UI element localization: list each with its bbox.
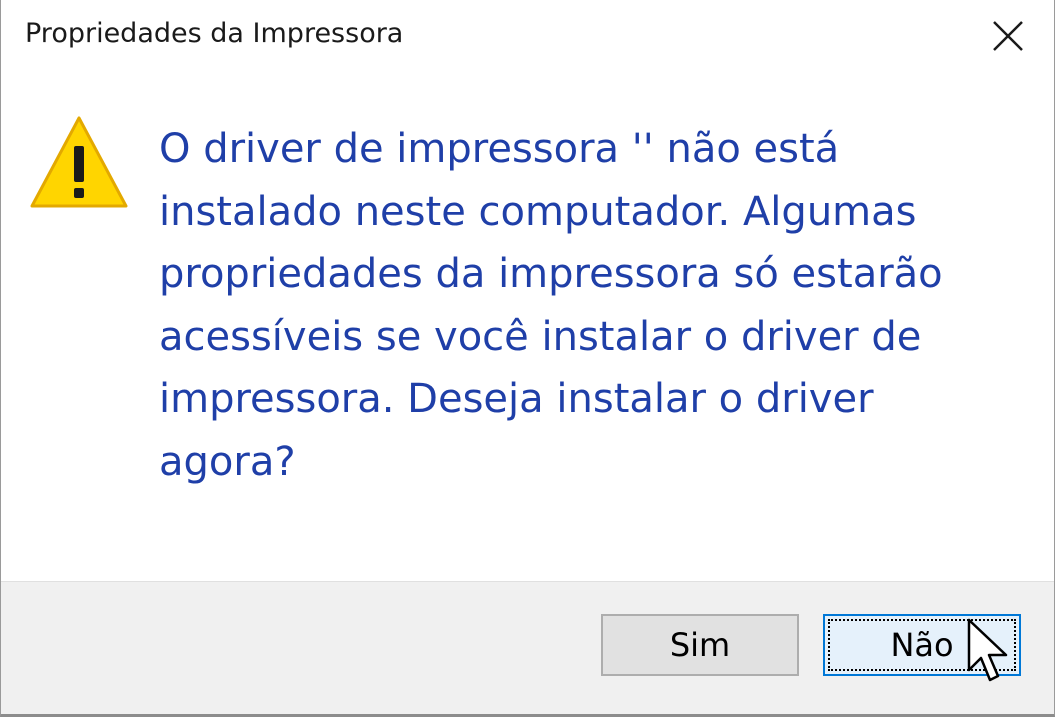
window-title: Propriedades da Impressora bbox=[25, 18, 404, 49]
warning-icon bbox=[30, 116, 128, 208]
close-icon bbox=[993, 21, 1023, 51]
yes-button[interactable]: Sim bbox=[601, 614, 799, 676]
printer-properties-dialog: Propriedades da Impressora O driver de i… bbox=[0, 0, 1055, 717]
dialog-message: O driver de impressora '' não está insta… bbox=[159, 126, 943, 485]
title-bar[interactable]: Propriedades da Impressora bbox=[1, 0, 1054, 78]
no-button[interactable]: Não bbox=[823, 614, 1021, 676]
close-button[interactable] bbox=[984, 12, 1032, 60]
button-bar: Sim Não bbox=[1, 581, 1054, 714]
dialog-content: O driver de impressora '' não está insta… bbox=[1, 78, 1054, 581]
